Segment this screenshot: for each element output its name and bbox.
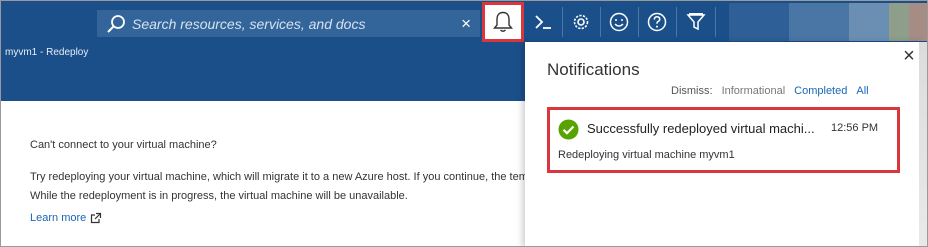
- dismiss-label: Dismiss:: [671, 85, 713, 97]
- gear-icon: [573, 14, 589, 30]
- notifications-button[interactable]: [482, 2, 524, 42]
- directory-filter-icon: [686, 13, 706, 31]
- scrollbar[interactable]: [919, 42, 927, 246]
- redeploy-description: Try redeploying your virtual machine, wh…: [30, 171, 525, 202]
- dismiss-row: Dismiss: Informational Completed All: [671, 85, 869, 97]
- help-icon: [647, 12, 667, 32]
- feedback-button[interactable]: [600, 3, 638, 41]
- avatar: [889, 3, 909, 41]
- notification-card[interactable]: Successfully redeployed virtual machi...…: [547, 107, 900, 173]
- breadcrumb[interactable]: myvm1 - Redeploy: [5, 47, 88, 58]
- search-box[interactable]: Search resources, services, and docs ×: [97, 10, 480, 37]
- user-account-area[interactable]: [729, 3, 927, 41]
- cloud-shell-icon: [535, 15, 551, 29]
- notification-time: 12:56 PM: [831, 122, 879, 134]
- search-placeholder: Search resources, services, and docs: [132, 15, 366, 32]
- dismiss-informational-link[interactable]: Informational: [722, 85, 786, 97]
- success-check-icon: [558, 119, 579, 140]
- close-icon[interactable]: ×: [899, 46, 919, 66]
- help-button[interactable]: [638, 3, 676, 41]
- directory-filter-button[interactable]: [677, 3, 715, 41]
- avatar: [849, 3, 889, 41]
- notification-title: Successfully redeployed virtual machi...: [587, 121, 815, 136]
- cloud-shell-button[interactable]: [524, 3, 562, 41]
- bell-icon: [493, 11, 513, 32]
- blade-header: myvm1 - Redeploy: [1, 42, 525, 101]
- search-icon: [107, 14, 125, 33]
- top-bar: Search resources, services, and docs ×: [1, 1, 927, 42]
- avatar: [909, 3, 927, 41]
- settings-button[interactable]: [562, 3, 600, 41]
- avatar: [789, 3, 849, 41]
- dismiss-all-link[interactable]: All: [856, 85, 868, 97]
- learn-more-link[interactable]: Learn more: [30, 212, 102, 224]
- panel-title: Notifications: [547, 60, 640, 79]
- dismiss-completed-link[interactable]: Completed: [794, 85, 847, 97]
- avatar: [729, 3, 789, 41]
- external-link-icon: [91, 212, 102, 224]
- smiley-icon: [609, 12, 629, 32]
- toolbar-divider: [715, 7, 716, 37]
- learn-more-label: Learn more: [30, 212, 87, 224]
- portal-window: Search resources, services, and docs × m…: [0, 0, 928, 247]
- redeploy-content: Can't connect to your virtual machine? T…: [1, 101, 525, 246]
- redeploy-question: Can't connect to your virtual machine?: [30, 139, 217, 151]
- notifications-panel: × Notifications Dismiss: Informational C…: [525, 42, 925, 246]
- notification-body: Redeploying virtual machine myvm1: [558, 149, 735, 161]
- search-clear-button[interactable]: ×: [461, 15, 471, 32]
